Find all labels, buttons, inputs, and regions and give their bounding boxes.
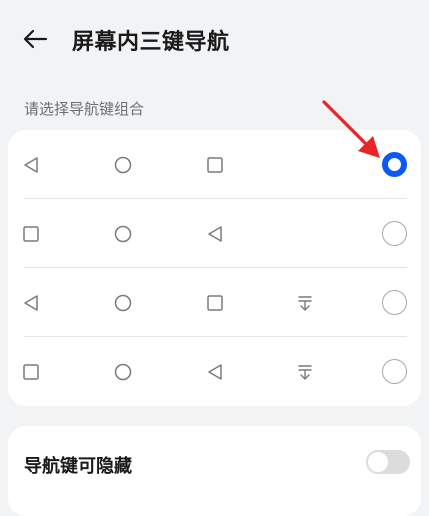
radio-button[interactable]	[382, 221, 407, 246]
nav-option-row-3[interactable]	[8, 268, 421, 337]
home-circle-icon	[114, 363, 132, 381]
nav-option-row-2[interactable]	[8, 199, 421, 268]
nav-option-row-4[interactable]	[8, 337, 421, 406]
back-triangle-icon	[206, 225, 224, 243]
app-header: 屏幕内三键导航	[0, 0, 429, 80]
radio-button[interactable]	[382, 359, 407, 384]
back-button[interactable]	[20, 24, 50, 54]
nav-option-row-1[interactable]	[8, 130, 421, 199]
back-triangle-icon	[206, 363, 224, 381]
toggle-label: 导航键可隐藏	[24, 456, 132, 477]
arrow-left-icon	[23, 29, 48, 49]
radio-button[interactable]	[382, 290, 407, 315]
notification-pulldown-icon	[296, 294, 314, 312]
page-title: 屏幕内三键导航	[72, 30, 230, 55]
recent-square-icon	[22, 363, 40, 381]
hide-navigation-toggle[interactable]	[366, 450, 410, 474]
home-circle-icon	[114, 294, 132, 312]
back-triangle-icon	[22, 294, 40, 312]
notification-pulldown-icon	[296, 363, 314, 381]
section-label: 请选择导航键组合	[24, 100, 145, 118]
home-circle-icon	[114, 156, 132, 174]
recent-square-icon	[206, 294, 224, 312]
recent-square-icon	[22, 225, 40, 243]
recent-square-icon	[206, 156, 224, 174]
back-triangle-icon	[22, 156, 40, 174]
radio-button-selected[interactable]	[382, 152, 407, 177]
toggle-knob	[368, 452, 388, 472]
navigation-options-card	[8, 130, 421, 406]
home-circle-icon	[114, 225, 132, 243]
